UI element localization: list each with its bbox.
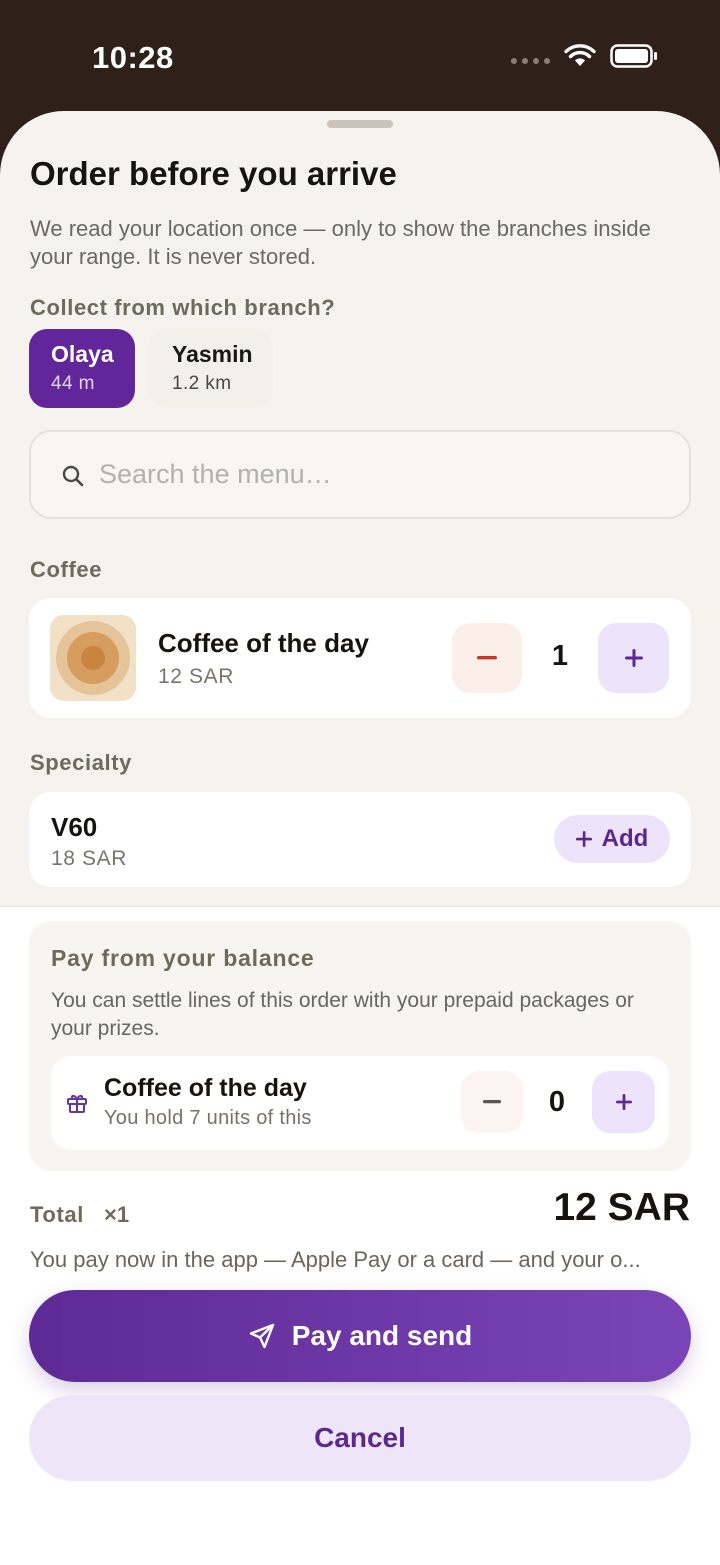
balance-quantity-value: 0 xyxy=(548,1086,566,1118)
item-price: 12 SAR xyxy=(158,665,234,688)
battery-icon xyxy=(610,44,657,68)
search-input[interactable] xyxy=(99,432,659,517)
gift-icon xyxy=(67,1095,87,1113)
plus-icon xyxy=(575,831,592,847)
menu-item-coffee-of-the-day: Coffee of the day 12 SAR 1 xyxy=(29,598,691,718)
order-sheet: Order before you arrive We read your loc… xyxy=(0,111,720,1565)
category-label-specialty: Specialty xyxy=(30,750,133,775)
branch-name: Yasmin xyxy=(172,341,253,367)
item-name: Coffee of the day xyxy=(158,628,369,658)
quantity-value: 1 xyxy=(551,640,569,672)
cancel-button[interactable]: Cancel xyxy=(29,1395,691,1481)
send-icon xyxy=(249,1323,274,1349)
balance-decrease-button[interactable] xyxy=(461,1071,523,1133)
location-notice: We read your location once — only to sho… xyxy=(30,216,651,269)
pay-and-send-button[interactable]: Pay and send xyxy=(29,1290,691,1382)
page-title: Order before you arrive xyxy=(30,155,397,192)
branch-distance: 1.2 km xyxy=(172,373,232,394)
balance-description: You can settle lines of this order with … xyxy=(51,989,634,1040)
pay-button-label: Pay and send xyxy=(291,1320,473,1351)
balance-section: Pay from your balance You can settle lin… xyxy=(29,921,691,1171)
total-item-count: ×1 xyxy=(104,1202,130,1227)
category-label-coffee: Coffee xyxy=(30,557,103,582)
total-label: Total xyxy=(30,1202,84,1227)
branch-name: Olaya xyxy=(51,341,114,367)
add-button-label: Add xyxy=(601,825,649,852)
balance-title: Pay from your balance xyxy=(51,945,315,971)
minus-icon xyxy=(477,656,497,660)
branch-distance: 44 m xyxy=(51,373,95,394)
status-bar: 10:28 xyxy=(0,0,720,112)
decrease-button[interactable] xyxy=(452,623,522,693)
payment-note: You pay now in the app — Apple Pay or a … xyxy=(30,1247,641,1272)
balance-increase-button[interactable] xyxy=(592,1071,655,1133)
branch-section-label: Collect from which branch? xyxy=(30,295,336,320)
item-name: V60 xyxy=(51,812,98,842)
search-box[interactable] xyxy=(29,430,691,519)
plus-icon xyxy=(615,1094,632,1110)
cellular-signal-icon xyxy=(511,58,550,64)
increase-button[interactable] xyxy=(598,623,669,693)
sheet-grabber[interactable] xyxy=(327,120,393,128)
menu-item-v60: V60 18 SAR Add xyxy=(29,792,691,887)
balance-item-name: Coffee of the day xyxy=(104,1074,307,1102)
minus-icon xyxy=(483,1100,501,1104)
branch-chip-yasmin[interactable]: Yasmin 1.2 km xyxy=(150,329,273,408)
item-price: 18 SAR xyxy=(51,847,127,870)
plus-icon xyxy=(624,649,643,667)
coffee-thumbnail-icon xyxy=(50,615,136,701)
checkout-panel: Pay from your balance You can settle lin… xyxy=(0,907,720,1565)
status-icons xyxy=(511,44,658,68)
total-amount: 12 SAR xyxy=(553,1186,690,1229)
balance-item-row: Coffee of the day You hold 7 units of th… xyxy=(51,1056,669,1150)
branch-chip-olaya[interactable]: Olaya 44 m xyxy=(29,329,135,408)
search-icon xyxy=(62,465,84,487)
add-button[interactable]: Add xyxy=(554,815,670,863)
wifi-icon xyxy=(564,44,596,66)
status-time: 10:28 xyxy=(92,40,174,75)
balance-item-holdings: You hold 7 units of this xyxy=(104,1107,312,1129)
